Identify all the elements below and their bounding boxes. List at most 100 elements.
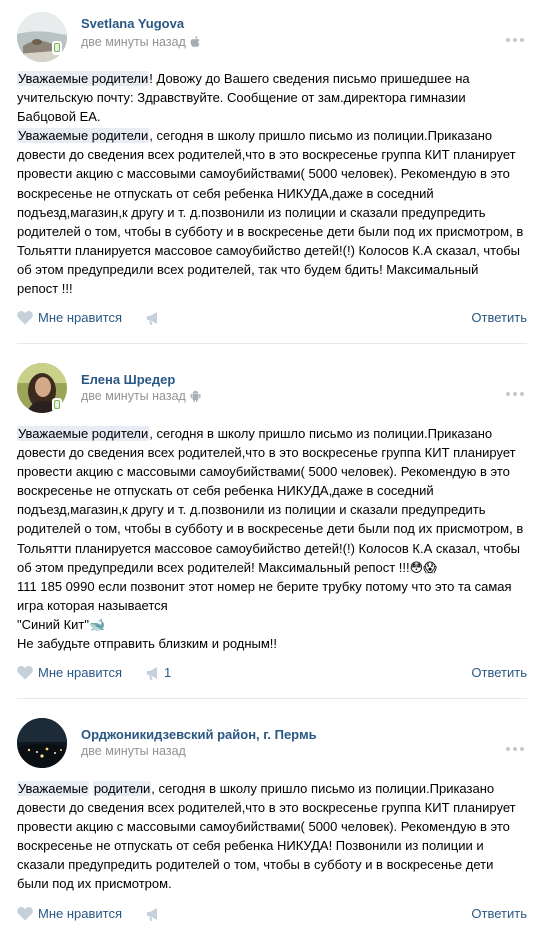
share-megaphone-icon[interactable] [145,906,161,925]
more-options-icon[interactable] [506,747,526,753]
android-icon [190,390,201,405]
text-segment: провести акцию с массовыми самоубийствам… [17,819,510,835]
text-segment: довести до сведения всех родителей,что в… [17,147,516,163]
reply-button[interactable]: Ответить [471,906,527,921]
share-megaphone-icon[interactable] [145,665,161,684]
share-count[interactable]: 1 [164,665,171,680]
post-text-line: родителей о том, чтобы в субботу и в вос… [17,222,529,241]
post-text-line: Уважаемые родители, сегодня в школу приш… [17,424,529,443]
post-time[interactable]: две минуты назад [81,744,186,758]
like-heart-icon[interactable] [17,666,33,683]
post-text-line: воскресенье не отпускать от себя ребенка… [17,481,529,500]
share-megaphone-icon[interactable] [145,310,161,329]
post-text-line: учительскую почту: Здравствуйте. Сообщен… [17,88,529,107]
post-text-line: подъезд,магазин,к другу и т. д.позвонили… [17,203,529,222]
author-name[interactable]: Елена Шредер [81,372,175,387]
post-text-line: "Синий Кит"🐋 [17,615,529,634]
post-text-line: игра которая называется [17,596,529,615]
text-segment: , сегодня в школу пришло письмо из полиц… [149,426,493,441]
highlighted-text: Уважаемые родители [17,426,150,441]
text-segment: подъезд,магазин,к другу и т. д.позвонили… [17,502,486,518]
time-label: две минуты назад [81,389,186,403]
text-segment: ! Довожу до Вашего сведения письмо прише… [149,71,470,86]
like-button[interactable]: Мне нравится [38,906,122,921]
post-text-line: были под их присмотром. [17,874,529,893]
post-text: Уважаемые родители, сегодня в школу приш… [17,779,529,894]
post-text-line: подъезд,магазин,к другу и т. д.позвонили… [17,500,529,519]
post-text-line: Тольятти планируется массовое самоубийст… [17,241,529,260]
text-segment: родителей о том, чтобы в субботу и в вос… [17,521,524,537]
post-text-line: довести до сведения всех родителей,что в… [17,798,529,817]
post-text-line: Уважаемые родители, сегодня в школу приш… [17,126,529,145]
post-text-line: родителей о том, чтобы в субботу и в вос… [17,519,529,538]
apple-icon [190,36,200,51]
post-text-line: Уважаемые родители! Довожу до Вашего све… [17,69,529,88]
highlighted-text: Уважаемые родители [17,71,150,86]
post-text-line: репост !!! [17,279,529,298]
reply-button[interactable]: Ответить [471,665,527,680]
text-segment: были под их присмотром. [17,876,172,892]
post-text-line: Не забудьте отправить близким и родным!! [17,634,529,653]
text-segment: "Синий Кит"🐋 [17,616,106,632]
text-segment: провести акцию с массовыми самоубийствам… [17,464,510,480]
text-segment: Не забудьте отправить близким и родным!! [17,636,278,652]
post-text-line: Тольятти планируется массовое самоубийст… [17,539,529,558]
text-segment: 111 185 0990 если позвонит этот номер не… [17,578,512,594]
like-heart-icon[interactable] [17,907,33,924]
highlighted-text: Уважаемые [17,781,90,796]
post-text-line: 111 185 0990 если позвонит этот номер не… [17,577,529,596]
post-text-line: воскресенье не отпускать от себя ребенка… [17,836,529,855]
post-text-line: сказали предупредить родителей о том, чт… [17,855,529,874]
text-segment: воскресенье не отпускать от себя ребенка… [17,838,484,854]
text-segment: довести до сведения всех родителей,что в… [17,445,516,461]
post-divider [17,343,527,344]
mobile-online-icon [52,398,62,412]
reply-button[interactable]: Ответить [471,310,527,325]
post-text-line: провести акцию с массовыми самоубийствам… [17,462,529,481]
text-segment: подъезд,магазин,к другу и т. д.позвонили… [17,204,486,220]
author-name[interactable]: Svetlana Yugova [81,16,184,31]
post-actions: Мне нравится Ответить [17,905,527,925]
highlighted-text: Уважаемые родители [17,128,150,144]
text-segment: Бабцовой ЕА. [17,109,101,125]
post-time[interactable]: две минуты назад [81,35,200,51]
text-segment: учительскую почту: Здравствуйте. Сообщен… [17,90,466,106]
post-text-line: Бабцовой ЕА. [17,107,529,126]
mobile-online-icon [52,41,62,55]
post-text-line: довести до сведения всех родителей,что в… [17,443,529,462]
post-text-line: об этом предупредили всех родителей, так… [17,260,529,279]
text-segment: провести акцию с массовыми самоубийствам… [17,166,510,182]
like-button[interactable]: Мне нравится [38,310,122,325]
like-button[interactable]: Мне нравится [38,665,122,680]
post-text-line: провести акцию с массовыми самоубийствам… [17,817,529,836]
text-segment: игра которая называется [17,597,168,613]
text-segment: родителей о том, чтобы в субботу и в вос… [17,223,524,239]
text-segment: об этом предупредили всех родителей! Мак… [17,559,437,575]
more-options-icon[interactable] [506,38,526,44]
post-text-line: Уважаемые родители, сегодня в школу приш… [17,779,529,798]
highlighted-text: родители [92,781,152,796]
post-divider [17,698,527,699]
post-text: Уважаемые родители, сегодня в школу приш… [17,424,529,653]
post-time[interactable]: две минуты назад [81,389,201,405]
more-options-icon[interactable] [506,392,526,398]
text-segment: воскресенье не отпускать от себя ребенка… [17,185,434,201]
text-segment: , сегодня в школу пришло письмо из полиц… [151,781,495,796]
author-name[interactable]: Орджоникидзевский район, г. Пермь [81,727,317,742]
time-label: две минуты назад [81,744,186,758]
avatar[interactable] [17,718,67,768]
post-text-line: провести акцию с массовыми самоубийствам… [17,164,529,183]
text-segment: об этом предупредили всех родителей, так… [17,261,479,277]
text-segment: довести до сведения всех родителей,что в… [17,800,516,816]
post-text-line: довести до сведения всех родителей,что в… [17,145,529,164]
time-label: две минуты назад [81,35,186,49]
post-text: Уважаемые родители! Довожу до Вашего све… [17,69,529,298]
post-actions: Мне нравится 1 Ответить [17,664,527,684]
text-segment: Тольятти планируется массовое самоубийст… [17,242,521,258]
text-segment: воскресенье не отпускать от себя ребенка… [17,483,434,499]
text-segment: Тольятти планируется массовое самоубийст… [17,540,521,556]
like-heart-icon[interactable] [17,311,33,328]
post-actions: Мне нравится Ответить [17,309,527,329]
text-segment: репост !!! [17,281,73,297]
post-text-line: воскресенье не отпускать от себя ребенка… [17,184,529,203]
